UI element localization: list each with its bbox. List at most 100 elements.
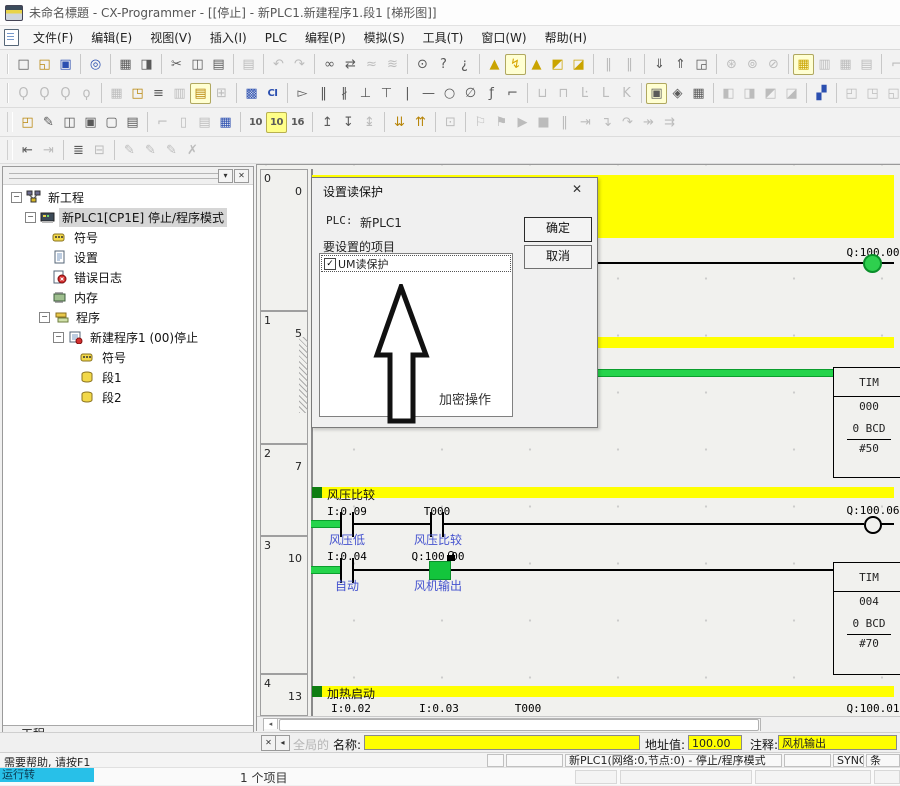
address-list-icon[interactable]: ≡ xyxy=(148,83,169,104)
dialog-close-icon[interactable]: ✕ xyxy=(569,182,585,198)
transfer-to-plc-icon[interactable]: ⇊ xyxy=(389,112,410,133)
menu-item-file[interactable]: 文件(F) xyxy=(25,26,81,49)
replace-icon[interactable]: ⇄ xyxy=(340,54,361,75)
coil-tool-icon[interactable]: ○ xyxy=(439,83,460,104)
hscroll-thumb[interactable] xyxy=(279,719,759,731)
toolbar-grip[interactable] xyxy=(7,140,13,160)
compile-icon[interactable]: ▲ xyxy=(484,54,505,75)
hscroll-left-arrow-icon[interactable]: ◂ xyxy=(264,719,278,729)
menu-item-tools[interactable]: 工具(T) xyxy=(415,26,472,49)
section-list-icon[interactable]: ▤ xyxy=(190,83,211,104)
panel-close-icon[interactable]: ✕ xyxy=(234,169,249,183)
print-icon[interactable]: ▦ xyxy=(115,54,136,75)
tree-expand-icon[interactable]: − xyxy=(25,212,36,223)
menu-item-program[interactable]: 编程(P) xyxy=(297,26,354,49)
toolbar-grip[interactable] xyxy=(7,83,9,103)
window-properties-icon[interactable]: ▤ xyxy=(122,112,143,133)
compile-all-icon[interactable]: ↯ xyxy=(505,54,526,75)
panel-header[interactable]: ▾ ✕ xyxy=(3,167,253,185)
tree-item-new-program1[interactable]: −新建程序1 (00)停止 xyxy=(3,327,253,347)
instruction-tool-icon[interactable]: ⌐ xyxy=(502,83,523,104)
cut-icon[interactable]: ✂ xyxy=(166,54,187,75)
tree-item-section2[interactable]: 段2 xyxy=(3,387,253,407)
transfer-from-plc-icon[interactable]: ⇈ xyxy=(410,112,431,133)
force-on-icon[interactable]: ↥ xyxy=(317,112,338,133)
program-check-icon[interactable]: ▲ xyxy=(526,54,547,75)
closed-coil-tool-icon[interactable]: ∅ xyxy=(460,83,481,104)
program-view-icon[interactable]: ▣ xyxy=(646,83,667,104)
comment-field[interactable]: 风机输出 xyxy=(778,735,897,750)
about-icon[interactable]: ⊙ xyxy=(412,54,433,75)
menu-item-insert[interactable]: 插入(I) xyxy=(202,26,255,49)
hscroll-track[interactable]: ◂ xyxy=(263,718,761,731)
open-file-icon[interactable]: ◱ xyxy=(34,54,55,75)
upload-from-plc-icon[interactable]: ⇑ xyxy=(670,54,691,75)
symbol-bar-close-icon[interactable]: ✕ xyxy=(261,735,276,751)
rung0-output-coil[interactable] xyxy=(863,254,882,273)
panel-grip[interactable] xyxy=(9,173,219,179)
toolbar-grip[interactable] xyxy=(7,112,13,132)
indent-left-icon[interactable]: ⇤ xyxy=(17,140,38,161)
print-preview-icon[interactable]: ◨ xyxy=(136,54,157,75)
function-tool-icon[interactable]: ƒ xyxy=(481,83,502,104)
rung4-title-bar[interactable] xyxy=(322,686,894,697)
rung-margin-2[interactable]: 27 xyxy=(260,444,308,536)
transfer-task-icon[interactable]: ◪ xyxy=(568,54,589,75)
display-hex-icon[interactable]: 16 xyxy=(287,112,308,133)
tree-item-error-log[interactable]: 错误日志 xyxy=(3,267,253,287)
um-read-protection-row[interactable]: ✓ UM读保护 xyxy=(321,255,511,272)
monitor-mode-icon[interactable]: ▦ xyxy=(793,54,814,75)
help-icon[interactable]: ? xyxy=(433,54,454,75)
menu-item-simulation[interactable]: 模拟(S) xyxy=(356,26,413,49)
menu-item-window[interactable]: 窗口(W) xyxy=(473,26,534,49)
toolbar-grip[interactable] xyxy=(7,54,9,74)
symbol-bar-back-icon[interactable]: ◂ xyxy=(275,735,290,751)
watch-window-icon[interactable]: ▞ xyxy=(811,83,832,104)
tree-expand-icon[interactable]: − xyxy=(11,192,22,203)
or-no-contact-icon[interactable]: ⊥ xyxy=(355,83,376,104)
copy-icon[interactable]: ◫ xyxy=(187,54,208,75)
display-decimal-icon[interactable]: 10 xyxy=(245,112,266,133)
mdi-child-icon[interactable] xyxy=(4,29,19,46)
protection-items-listbox[interactable]: ✓ UM读保护 加密操作 xyxy=(319,253,513,417)
window-float-icon[interactable]: ▢ xyxy=(101,112,122,133)
tree-expand-icon[interactable]: − xyxy=(53,332,64,343)
um-read-protection-checkbox[interactable]: ✓ xyxy=(324,258,336,270)
edit-tool-icon[interactable]: ✎ xyxy=(38,112,59,133)
tree-item-plc[interactable]: −新PLC1[CP1E] 停止/程序模式 xyxy=(3,207,253,227)
paste-icon[interactable]: ▤ xyxy=(208,54,229,75)
symbols-table-icon[interactable]: ◳ xyxy=(127,83,148,104)
or-nc-contact-icon[interactable]: ⊤ xyxy=(376,83,397,104)
window-new-icon[interactable]: ◰ xyxy=(17,112,38,133)
rung3-tim-block[interactable]: TIM 004 0 BCD #70 xyxy=(833,562,900,675)
tree-item-program-symbols[interactable]: 符号 xyxy=(3,347,253,367)
vertical-line-icon[interactable]: | xyxy=(397,83,418,104)
rung-margin-4[interactable]: 413 xyxy=(260,674,308,716)
window-pair-2-icon[interactable]: ▣ xyxy=(80,112,101,133)
name-field[interactable] xyxy=(364,735,640,750)
menu-item-edit[interactable]: 编辑(E) xyxy=(83,26,140,49)
monitor-data-grid-icon[interactable]: ▦ xyxy=(215,112,236,133)
tree-item-symbols[interactable]: 符号 xyxy=(3,227,253,247)
tree-item-section1[interactable]: 段1 xyxy=(3,367,253,387)
cancel-button[interactable]: 取消 xyxy=(524,245,592,269)
comment-list-icon[interactable]: ≣ xyxy=(68,140,89,161)
nc-contact-icon[interactable]: ∦ xyxy=(334,83,355,104)
compare-with-plc-icon[interactable]: ◲ xyxy=(691,54,712,75)
tree-item-memory[interactable]: 内存 xyxy=(3,287,253,307)
rung2-output-coil[interactable] xyxy=(864,516,882,534)
rung2-title-bar[interactable] xyxy=(322,487,894,498)
address-field[interactable]: 100.00 xyxy=(688,735,742,750)
horizontal-line-icon[interactable]: — xyxy=(418,83,439,104)
ok-button[interactable]: 确定 xyxy=(524,217,592,242)
menu-item-view[interactable]: 视图(V) xyxy=(142,26,200,49)
tree-item-programs[interactable]: −程序 xyxy=(3,307,253,327)
display-signed-decimal-icon[interactable]: 10 xyxy=(266,112,287,133)
no-contact-icon[interactable]: ‖ xyxy=(313,83,334,104)
mnemonics-view-icon[interactable]: ▩ xyxy=(241,83,262,104)
views-layers-icon[interactable]: ◈ xyxy=(667,83,688,104)
rung-margin-0[interactable]: 00 xyxy=(260,169,308,311)
save-icon[interactable]: ▣ xyxy=(55,54,76,75)
tree-item-new-project[interactable]: −新工程 xyxy=(3,187,253,207)
menu-item-help[interactable]: 帮助(H) xyxy=(537,26,595,49)
